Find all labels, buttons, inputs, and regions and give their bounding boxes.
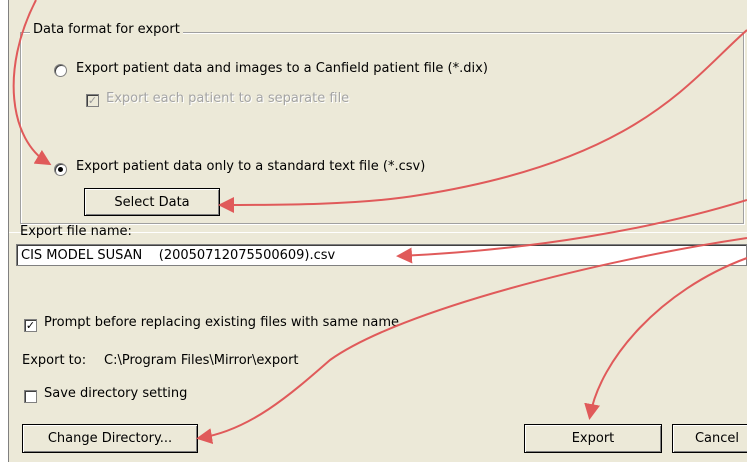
export-file-name-input[interactable]: CIS MODEL SUSAN (20050712075500609).csv — [16, 244, 747, 266]
save-directory-label[interactable]: Save directory setting — [44, 386, 187, 401]
radio-export-csv[interactable] — [54, 163, 67, 176]
cancel-button[interactable]: Cancel — [672, 424, 747, 453]
window-left-edge — [0, 0, 9, 462]
prompt-replace-label[interactable]: Prompt before replacing existing files w… — [44, 315, 399, 330]
arrow-to-change-directory — [196, 237, 747, 444]
export-to-path: C:\Program Files\Mirror\export — [104, 353, 299, 368]
data-format-group-label: Data format for export — [30, 22, 183, 37]
save-directory-checkbox[interactable] — [24, 390, 37, 403]
radio-selected-dot — [58, 167, 63, 172]
check-icon: ✓ — [87, 94, 98, 107]
export-to-label: Export to: — [22, 353, 87, 368]
separate-file-checkbox[interactable]: ✓ — [86, 94, 99, 107]
radio-export-dix-label[interactable]: Export patient data and images to a Canf… — [76, 61, 488, 76]
change-directory-button[interactable]: Change Directory... — [22, 424, 198, 453]
radio-export-dix[interactable] — [54, 64, 67, 77]
separate-file-label: Export each patient to a separate file — [106, 91, 350, 106]
select-data-button[interactable]: Select Data — [84, 188, 220, 216]
export-file-name-label: Export file name: — [20, 224, 132, 239]
export-button[interactable]: Export — [524, 424, 662, 453]
prompt-replace-checkbox[interactable]: ✓ — [24, 319, 37, 332]
check-icon: ✓ — [25, 319, 36, 332]
arrow-to-export-button — [584, 257, 747, 420]
radio-export-csv-label[interactable]: Export patient data only to a standard t… — [76, 159, 425, 174]
